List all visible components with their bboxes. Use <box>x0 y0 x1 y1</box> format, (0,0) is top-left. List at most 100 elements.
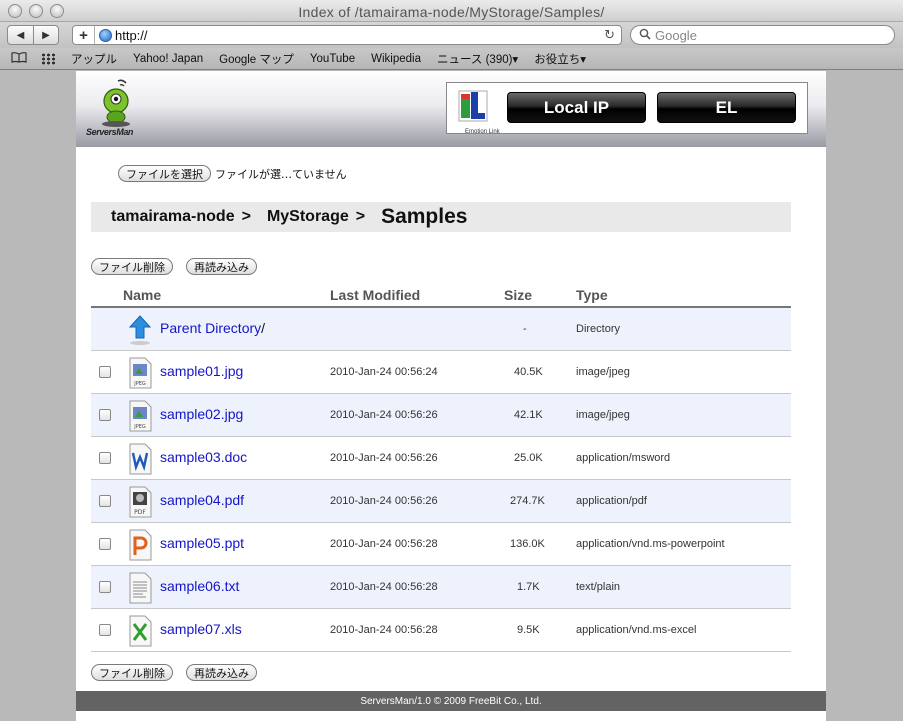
parent-size: - <box>523 323 527 335</box>
file-checkbox[interactable] <box>99 366 111 378</box>
breadcrumb-separator: > <box>355 208 366 225</box>
file-size: 136.0K <box>510 538 545 550</box>
file-type: text/plain <box>576 581 621 593</box>
file-modified: 2010-Jan-24 00:56:28 <box>330 624 438 636</box>
emotion-link-text: Emotion Link <box>465 129 500 135</box>
breadcrumb-tamairama-node[interactable]: tamairama-node <box>111 208 235 226</box>
logo-text: ServersMan <box>86 127 134 137</box>
file-link[interactable]: sample05.ppt <box>160 535 244 551</box>
bookmark-item[interactable]: Google マップ <box>219 51 294 67</box>
book-icon[interactable] <box>11 51 27 66</box>
column-size[interactable]: Size <box>504 287 532 303</box>
file-modified: 2010-Jan-24 00:56:28 <box>330 581 438 593</box>
breadcrumb-separator: > <box>241 208 251 225</box>
table-header: Name Last Modified Size Type <box>91 285 791 308</box>
file-size: 40.5K <box>514 366 543 378</box>
top-actions: ファイル削除 再読み込み <box>91 258 257 275</box>
file-modified: 2010-Jan-24 00:56:26 <box>330 495 438 507</box>
file-checkbox[interactable] <box>99 538 111 550</box>
file-checkbox[interactable] <box>99 452 111 464</box>
file-modified: 2010-Jan-24 00:56:26 <box>330 452 438 464</box>
bottom-actions: ファイル削除 再読み込み <box>91 664 257 681</box>
file-type: application/pdf <box>576 495 647 507</box>
serversman-mascot-icon <box>102 79 130 127</box>
local-ip-button[interactable]: Local IP <box>507 92 646 123</box>
breadcrumb: tamairama-node > MyStorage > Samples <box>91 202 791 232</box>
table-row: sample06.txt 1.7K 2010-Jan-24 00:56:28 t… <box>91 566 791 609</box>
bookmarks-bar: アップル Yahoo! Japan Google マップ YouTube Wik… <box>0 48 903 70</box>
file-modified: 2010-Jan-24 00:56:24 <box>330 366 438 378</box>
address-bar[interactable]: + http:// ↻ <box>72 25 622 45</box>
emotion-link-logo: Emotion Link <box>457 89 500 135</box>
file-checkbox[interactable] <box>99 409 111 421</box>
table-row: JPEG sample02.jpg 2010-Jan-24 00:56:26 4… <box>91 394 791 437</box>
window-titlebar: Index of /tamairama-node/MyStorage/Sampl… <box>0 0 903 22</box>
jpeg-file-icon: JPEG <box>129 400 152 432</box>
pdf-file-icon: PDF <box>129 486 152 518</box>
parent-directory-row: Parent Directory/ - Directory <box>91 308 791 351</box>
text-file-icon <box>129 572 152 604</box>
no-file-label: ファイルが選…ていません <box>215 167 347 181</box>
page-footer: ServersMan/1.0 © 2009 FreeBit Co., Ltd. <box>76 691 826 711</box>
delete-files-button[interactable]: ファイル削除 <box>91 258 173 275</box>
bookmark-item[interactable]: アップル <box>71 51 117 67</box>
reload-button[interactable]: 再読み込み <box>186 258 257 275</box>
forward-button[interactable]: ▶ <box>33 26 58 44</box>
serversman-logo: ServersMan <box>86 77 166 143</box>
bookmark-item[interactable]: Wikipedia <box>371 53 421 65</box>
file-size: 9.5K <box>517 624 540 636</box>
bookmark-item[interactable]: Yahoo! Japan <box>133 53 203 65</box>
file-type: image/jpeg <box>576 366 630 378</box>
bookmark-item[interactable]: お役立ち▾ <box>534 51 586 67</box>
table-row: sample07.xls 2010-Jan-24 00:56:28 9.5K a… <box>91 609 791 652</box>
choose-file-button[interactable]: ファイルを選択 <box>118 165 211 182</box>
emotion-link-icon <box>458 90 488 122</box>
file-link[interactable]: sample04.pdf <box>160 492 244 508</box>
reload-button[interactable]: 再読み込み <box>186 664 257 681</box>
search-box[interactable] <box>630 25 895 45</box>
file-checkbox[interactable] <box>99 495 111 507</box>
file-type: image/jpeg <box>576 409 630 421</box>
back-button[interactable]: ◀ <box>8 26 33 44</box>
browser-toolbar: ◀ ▶ + http:// ↻ <box>0 22 903 48</box>
el-button[interactable]: EL <box>657 92 796 123</box>
column-last-modified[interactable]: Last Modified <box>330 287 420 303</box>
file-size: 1.7K <box>517 581 540 593</box>
bookmark-item[interactable]: YouTube <box>310 53 355 65</box>
svg-text:JPEG: JPEG <box>133 424 146 430</box>
bookmark-item[interactable]: ニュース (390)▾ <box>437 51 518 67</box>
reload-icon[interactable]: ↻ <box>604 27 615 43</box>
file-checkbox[interactable] <box>99 581 111 593</box>
column-name[interactable]: Name <box>123 287 161 303</box>
site-header: ServersMan Emotion Link Local IP EL <box>76 71 826 147</box>
top-sites-grid-icon[interactable] <box>41 52 55 65</box>
el-panel: Emotion Link Local IP EL <box>446 82 808 135</box>
svg-text:PDF: PDF <box>134 509 146 516</box>
forward-arrow-icon: ▶ <box>42 29 50 41</box>
file-link[interactable]: sample02.jpg <box>160 406 243 422</box>
file-modified: 2010-Jan-24 00:56:26 <box>330 409 438 421</box>
file-size: 42.1K <box>514 409 543 421</box>
column-type[interactable]: Type <box>576 287 608 303</box>
word-file-icon <box>129 443 152 475</box>
delete-files-button[interactable]: ファイル削除 <box>91 664 173 681</box>
add-bookmark-button[interactable]: + <box>73 26 95 44</box>
file-size: 274.7K <box>510 495 545 507</box>
file-link[interactable]: sample01.jpg <box>160 363 243 379</box>
url-text[interactable]: http:// <box>115 28 148 43</box>
file-type: application/msword <box>576 452 671 464</box>
globe-icon <box>99 28 112 42</box>
breadcrumb-current: Samples <box>381 205 468 228</box>
table-row: sample05.ppt 2010-Jan-24 00:56:28 136.0K… <box>91 523 791 566</box>
window-title: Index of /tamairama-node/MyStorage/Sampl… <box>298 4 605 20</box>
file-type: application/vnd.ms-excel <box>576 624 697 636</box>
file-link[interactable]: sample03.doc <box>160 449 247 465</box>
file-checkbox[interactable] <box>99 624 111 636</box>
breadcrumb-mystorage[interactable]: MyStorage <box>267 208 349 226</box>
file-link[interactable]: sample07.xls <box>160 621 242 637</box>
table-row: PDF sample04.pdf 2010-Jan-24 00:56:26 27… <box>91 480 791 523</box>
parent-directory-link[interactable]: Parent Directory/ <box>160 320 265 336</box>
search-input[interactable] <box>655 27 875 43</box>
nav-buttons: ◀ ▶ <box>7 25 59 45</box>
file-link[interactable]: sample06.txt <box>160 578 239 594</box>
